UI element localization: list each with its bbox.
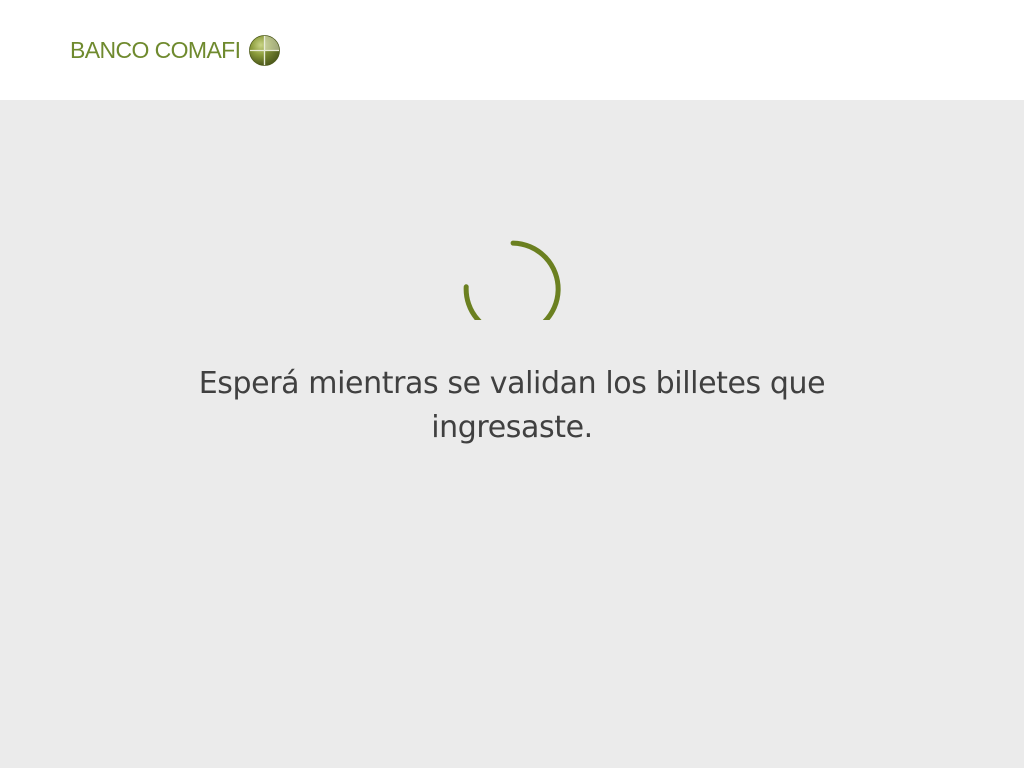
- status-message: Esperá mientras se validan los billetes …: [198, 366, 826, 445]
- comafi-globe-icon: [249, 34, 281, 66]
- main-content: Esperá mientras se validan los billetes …: [0, 100, 1024, 768]
- loading-spinner-icon: [463, 240, 561, 320]
- brand-logo: BANCO COMAFI: [70, 33, 281, 67]
- brand-name: BANCO COMAFI: [70, 37, 241, 63]
- header: BANCO COMAFI: [0, 0, 1024, 100]
